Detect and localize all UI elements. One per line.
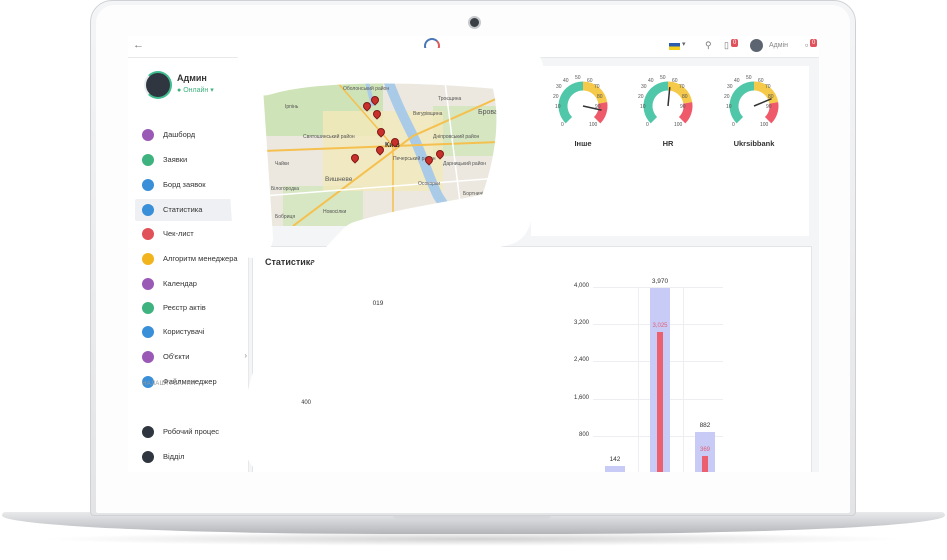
sidebar-item-label: Об'єкти [163, 352, 190, 361]
chart-bar-label: 142 [609, 456, 621, 464]
gauge-tick-label: 60 [758, 78, 764, 84]
gauge-name: Ukrsibbank [733, 139, 775, 148]
sidebar-item-icon [142, 228, 154, 240]
sidebar-item-label: Статистика [163, 205, 203, 214]
gauge-name: HR [662, 139, 674, 148]
chart-inner-label: 3,025 [652, 323, 668, 330]
notification-badge: 0 [731, 39, 739, 47]
header-user-name[interactable]: Адмін [769, 42, 788, 49]
gauge-tick-label: 0 [732, 122, 735, 128]
chevron-down-icon[interactable]: ▾ [682, 40, 686, 48]
gauge-tick-label: 70 [765, 84, 771, 90]
gauge-tick-label: 60 [587, 78, 593, 84]
gauge-tick-label: 0 [646, 122, 649, 128]
laptop-shadow [40, 532, 907, 546]
gauge-tick-label: 100 [674, 122, 683, 128]
messages-badge: 0 [810, 39, 818, 47]
sidebar-item-icon [142, 154, 154, 166]
chart-bar[interactable] [702, 455, 708, 472]
gauge: 10 20 30 40 50 60 70 80 90 0 100 Ukrsibbank [724, 75, 784, 148]
chart-bar[interactable] [605, 466, 625, 472]
chart-vline [638, 287, 639, 472]
gauge-tick-label: 60 [672, 78, 678, 84]
camera-icon [468, 16, 481, 29]
sidebar-item-label: Реєстр актів [163, 303, 206, 312]
sidebar-item-icon [142, 179, 154, 191]
chart-bar-label: 3,970 [651, 278, 669, 286]
gauge-tick-label: 50 [660, 75, 666, 81]
redaction-overlay [223, 48, 543, 468]
sidebar-item-icon [142, 278, 154, 290]
gauge-tick-label: 10 [640, 104, 646, 110]
settings-item-icon [142, 451, 154, 463]
sidebar-item-icon [142, 204, 154, 216]
gauge-tick-label: 10 [726, 104, 732, 110]
chart-y-tick: 3,200 [573, 320, 589, 327]
user-avatar[interactable] [144, 71, 172, 99]
sidebar-item-label: Дашборд [163, 130, 196, 139]
app-screen: ← ▾ ⚲ ▯ 0 Адмін ▫ 0 Админ ● Онлайн ▾ Даш… [128, 36, 819, 472]
gauge-tick-label: 40 [648, 78, 654, 84]
notification-icon[interactable]: ▯ [724, 40, 729, 51]
gauge-tick-label: 0 [561, 122, 564, 128]
sidebar-item-icon [142, 253, 154, 265]
chart-inner-label: 369 [699, 446, 710, 453]
gauge-tick-label: 80 [768, 94, 774, 100]
gauge: 10 20 30 40 50 60 70 80 90 0 100 Інше [553, 75, 613, 148]
gauge-tick-label: 40 [563, 78, 569, 84]
gauge-tick-label: 20 [638, 94, 644, 100]
sidebar-item-label: Календар [163, 279, 197, 288]
avatar[interactable] [750, 39, 763, 52]
gauge-tick-label: 30 [641, 84, 647, 90]
gauge-tick-label: 10 [555, 104, 561, 110]
gauge-tick-label: 30 [727, 84, 733, 90]
gauge-tick-label: 100 [760, 122, 769, 128]
chart-bar[interactable] [657, 332, 663, 472]
gauge-tick-label: 40 [734, 78, 740, 84]
gauge-tick-label: 80 [597, 94, 603, 100]
gauge-tick-label: 70 [594, 84, 600, 90]
sidebar-item-label: Заявки [163, 155, 188, 164]
user-name: Админ [177, 73, 207, 83]
sidebar-item-icon [142, 302, 154, 314]
pin-icon[interactable]: ⚲ [705, 40, 712, 51]
language-flag-icon[interactable] [669, 43, 680, 50]
gauge-tick-label: 90 [680, 104, 686, 110]
gauge-tick-label: 50 [746, 75, 752, 81]
gauge-tick-label: 100 [589, 122, 598, 128]
chart-bar-label: 882 [699, 421, 711, 429]
chart-y-tick: 800 [578, 431, 589, 438]
settings-item[interactable]: Роботи [135, 470, 243, 472]
back-arrow-icon[interactable]: ← [133, 39, 144, 51]
sidebar-item-label: Борд заявок [163, 180, 206, 189]
gauge-tick-label: 50 [575, 75, 581, 81]
sidebar-item-icon [142, 129, 154, 141]
sidebar-item-icon [142, 351, 154, 363]
gauge-tick-label: 70 [679, 84, 685, 90]
gauge: 10 20 30 40 50 60 70 80 90 0 100 HR [638, 75, 698, 148]
messages-icon[interactable]: ▫ [805, 40, 808, 50]
gauge-tick-label: 30 [556, 84, 562, 90]
gauges-panel: 10 20 30 40 50 60 70 80 90 0 100 Інше 10 20 30 40 50 60 70… [531, 66, 809, 236]
chart-y-tick: 1,600 [573, 394, 589, 401]
chart-y-tick: 2,400 [573, 357, 589, 364]
chart-vline [683, 287, 684, 472]
gauge-tick-label: 90 [595, 104, 601, 110]
gauge-tick-label: 20 [724, 94, 730, 100]
gauge-tick-label: 80 [682, 94, 688, 100]
settings-item-label: Відділ [163, 452, 185, 461]
gauge-tick-label: 90 [766, 104, 772, 110]
gauge-tick-label: 20 [553, 94, 559, 100]
settings-section-label: НАЛАШТУВАННЯ [142, 381, 196, 387]
sidebar-item-icon [142, 326, 154, 338]
sidebar-item-label: Користувачі [163, 327, 205, 336]
chart-y-tick: 4,000 [573, 283, 589, 289]
user-status[interactable]: ● Онлайн ▾ [177, 86, 214, 94]
settings-item-label: Робочий процес [163, 427, 220, 436]
sidebar-item-label: Чек-лист [163, 229, 194, 238]
gauge-name: Інше [574, 139, 592, 148]
settings-item-icon [142, 426, 154, 438]
